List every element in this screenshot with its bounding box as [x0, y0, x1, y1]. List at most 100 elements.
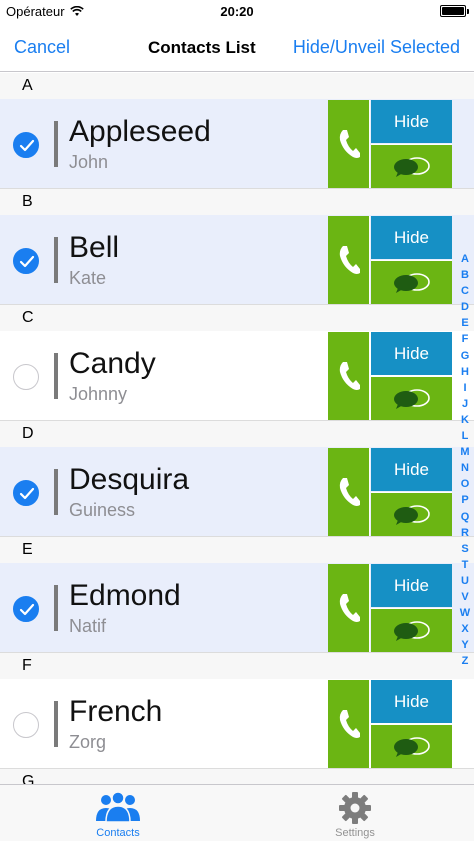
index-letter[interactable]: Q	[456, 509, 474, 525]
section-index[interactable]: ABCDEFGHIJKLMNOPQRSTUVWXYZ	[456, 251, 474, 669]
index-letter[interactable]: H	[456, 364, 474, 380]
hide-button[interactable]: Hide	[371, 564, 452, 607]
index-letter[interactable]: I	[456, 380, 474, 396]
status-bar: Opérateur 20:20	[0, 0, 474, 24]
call-button[interactable]	[328, 216, 370, 304]
message-button[interactable]	[371, 376, 452, 420]
tab-contacts-label: Contacts	[96, 827, 140, 839]
contact-row[interactable]: Candy Johnny Hide	[0, 331, 474, 421]
phone-icon	[339, 246, 360, 274]
index-letter[interactable]: F	[456, 331, 474, 347]
index-letter[interactable]: S	[456, 541, 474, 557]
phone-icon	[339, 594, 360, 622]
contacts-list[interactable]: A Appleseed John Hide B Bell Kate Hide C Candy Joh…	[0, 73, 474, 784]
call-button[interactable]	[328, 564, 370, 652]
call-button[interactable]	[328, 332, 370, 420]
battery-icon	[440, 5, 469, 17]
contact-row[interactable]: Desquira Guiness Hide	[0, 447, 474, 537]
hide-unveil-selected-button[interactable]: Hide/Unveil Selected	[293, 37, 460, 58]
contact-last-name: Appleseed	[69, 115, 211, 148]
contact-last-name: Bell	[69, 231, 120, 264]
message-button[interactable]	[371, 144, 452, 188]
index-letter[interactable]: N	[456, 460, 474, 476]
select-checkbox[interactable]	[13, 248, 39, 274]
call-button[interactable]	[328, 448, 370, 536]
name-divider	[54, 121, 58, 167]
index-letter[interactable]: K	[456, 412, 474, 428]
index-letter[interactable]: V	[456, 589, 474, 605]
phone-icon	[339, 710, 360, 738]
chat-bubbles-icon	[394, 389, 430, 409]
tab-bar: Contacts Settings	[0, 784, 474, 841]
hide-button[interactable]: Hide	[371, 448, 452, 491]
contact-row[interactable]: Bell Kate Hide	[0, 215, 474, 305]
people-icon	[96, 791, 140, 823]
index-letter[interactable]: Z	[456, 653, 474, 669]
section-header: A	[0, 73, 474, 99]
contact-row[interactable]: Appleseed John Hide	[0, 99, 474, 189]
checkmark-icon	[19, 487, 35, 500]
index-letter[interactable]: W	[456, 605, 474, 621]
index-letter[interactable]: E	[456, 315, 474, 331]
call-button[interactable]	[328, 680, 370, 768]
phone-icon	[339, 362, 360, 390]
select-checkbox[interactable]	[13, 364, 39, 390]
page-title: Contacts List	[148, 38, 256, 57]
index-letter[interactable]: X	[456, 621, 474, 637]
index-letter[interactable]: O	[456, 476, 474, 492]
index-letter[interactable]: J	[456, 396, 474, 412]
contact-last-name: Edmond	[69, 579, 181, 612]
contact-first-name: John	[69, 152, 109, 172]
contact-row[interactable]: French Zorg Hide	[0, 679, 474, 769]
index-letter[interactable]: T	[456, 557, 474, 573]
contact-last-name: Candy	[69, 347, 156, 380]
chat-bubbles-icon	[394, 273, 430, 293]
index-letter[interactable]: Y	[456, 637, 474, 653]
index-letter[interactable]: U	[456, 573, 474, 589]
hide-button[interactable]: Hide	[371, 100, 452, 143]
index-letter[interactable]: A	[456, 251, 474, 267]
hide-button[interactable]: Hide	[371, 332, 452, 375]
contact-first-name: Johnny	[69, 384, 128, 404]
select-checkbox[interactable]	[13, 596, 39, 622]
message-button[interactable]	[371, 608, 452, 652]
contact-row[interactable]: Edmond Natif Hide	[0, 563, 474, 653]
select-checkbox[interactable]	[13, 480, 39, 506]
index-letter[interactable]: M	[456, 444, 474, 460]
select-checkbox[interactable]	[13, 712, 39, 738]
contact-first-name: Natif	[69, 616, 107, 636]
tab-settings[interactable]: Settings	[295, 785, 415, 841]
index-letter[interactable]: C	[456, 283, 474, 299]
tab-contacts[interactable]: Contacts	[58, 785, 178, 841]
hide-button[interactable]: Hide	[371, 216, 452, 259]
cancel-button[interactable]: Cancel	[14, 37, 70, 58]
index-letter[interactable]: R	[456, 525, 474, 541]
message-button[interactable]	[371, 260, 452, 304]
call-button[interactable]	[328, 100, 370, 188]
contact-last-name: Desquira	[69, 463, 190, 496]
section-header: D	[0, 421, 474, 447]
index-letter[interactable]: L	[456, 428, 474, 444]
message-button[interactable]	[371, 724, 452, 768]
index-letter[interactable]: D	[456, 299, 474, 315]
chat-bubbles-icon	[394, 737, 430, 757]
checkmark-icon	[19, 603, 35, 616]
navigation-bar: Cancel Contacts List Hide/Unveil Selecte…	[0, 24, 474, 72]
index-letter[interactable]: G	[456, 348, 474, 364]
phone-icon	[339, 130, 360, 158]
select-checkbox[interactable]	[13, 132, 39, 158]
index-letter[interactable]: P	[456, 492, 474, 508]
section-header: F	[0, 653, 474, 679]
hide-button[interactable]: Hide	[371, 680, 452, 723]
status-time: 20:20	[220, 4, 254, 19]
chat-bubbles-icon	[394, 621, 430, 641]
section-header: C	[0, 305, 474, 331]
contact-first-name: Zorg	[69, 732, 107, 752]
tab-settings-label: Settings	[335, 827, 375, 839]
name-divider	[54, 237, 58, 283]
index-letter[interactable]: B	[456, 267, 474, 283]
message-button[interactable]	[371, 492, 452, 536]
phone-icon	[339, 478, 360, 506]
contact-first-name: Guiness	[69, 500, 136, 520]
checkmark-icon	[19, 255, 35, 268]
